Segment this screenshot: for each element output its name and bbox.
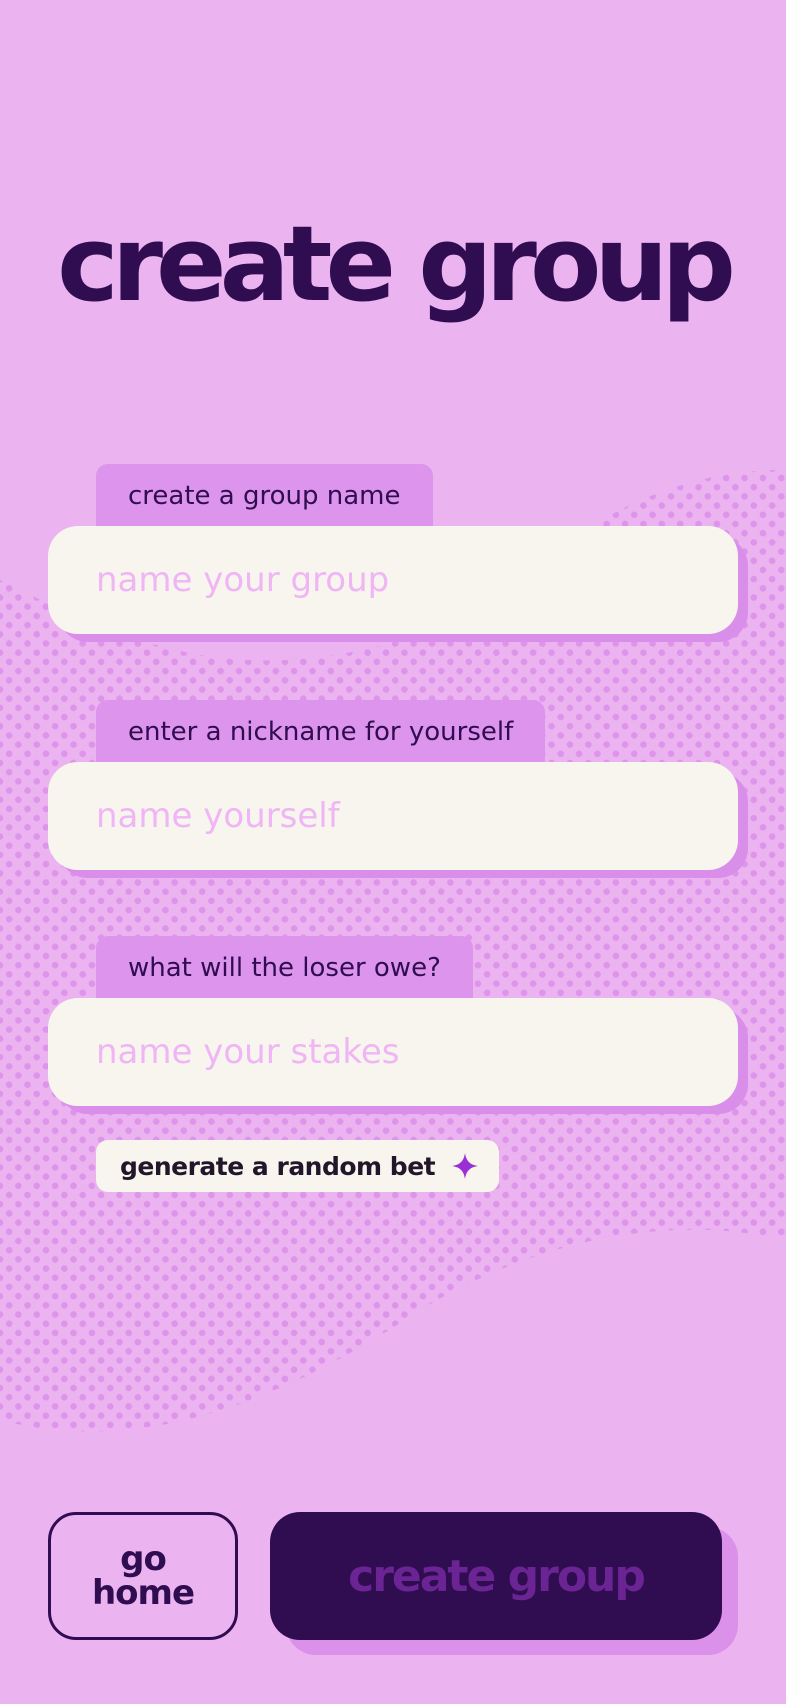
go-home-button[interactable]: go home bbox=[48, 1512, 238, 1640]
generate-random-bet-label: generate a random bet bbox=[120, 1151, 436, 1181]
go-home-label-line2: home bbox=[91, 1573, 195, 1613]
create-group-button[interactable]: create group bbox=[270, 1512, 722, 1640]
stakes-input[interactable] bbox=[48, 998, 738, 1106]
go-home-label-line1: go bbox=[120, 1539, 167, 1579]
nickname-label: enter a nickname for yourself bbox=[96, 700, 546, 764]
generate-random-bet-button[interactable]: generate a random bet bbox=[96, 1140, 500, 1192]
stakes-label: what will the loser owe? bbox=[96, 936, 473, 1000]
sparkle-icon bbox=[452, 1153, 479, 1179]
create-group-screen: create group create a group name enter a… bbox=[0, 0, 786, 1704]
nickname-input[interactable] bbox=[48, 762, 738, 870]
group-name-label: create a group name bbox=[96, 464, 433, 528]
group-name-input[interactable] bbox=[48, 526, 738, 634]
create-group-button-label: create group bbox=[348, 1550, 646, 1602]
page-title: create group bbox=[57, 203, 736, 325]
